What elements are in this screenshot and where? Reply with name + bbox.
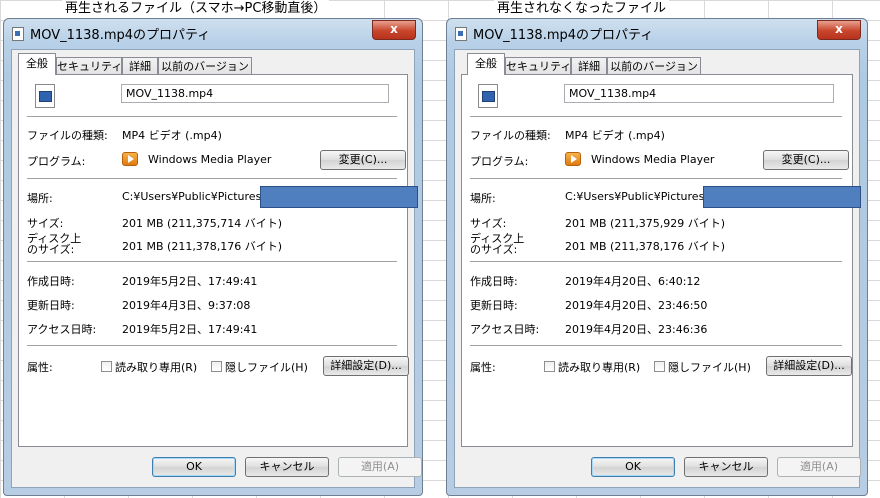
- properties-dialog-right: MOV_1138.mp4のプロパティ x 全般 セキュリティ 詳細 以前のバージ…: [446, 18, 868, 496]
- tab-previous-versions[interactable]: 以前のバージョン: [607, 57, 701, 74]
- location-value: C:¥Users¥Public¥Pictures¥: [122, 190, 269, 203]
- change-program-button[interactable]: 変更(C)...: [763, 150, 849, 170]
- created-label: 作成日時:: [470, 275, 518, 288]
- size-on-disk-value: 201 MB (211,378,176 バイト): [122, 240, 283, 253]
- separator: [27, 116, 397, 117]
- size-on-disk-label: ディスク上 のサイズ:: [470, 233, 524, 255]
- size-value: 201 MB (211,375,714 バイト): [122, 217, 283, 230]
- separator: [470, 261, 842, 262]
- tab-security[interactable]: セキュリティ: [505, 57, 571, 74]
- properties-window-icon: [12, 27, 24, 41]
- accessed-value: 2019年5月2日、17:49:41: [122, 323, 258, 336]
- size-on-disk-value: 201 MB (211,378,176 バイト): [565, 240, 726, 253]
- tab-details[interactable]: 詳細: [571, 57, 607, 74]
- hidden-checkbox[interactable]: [654, 361, 665, 372]
- accessed-label: アクセス日時:: [470, 323, 540, 336]
- modified-label: 更新日時:: [470, 299, 518, 312]
- caption-left: 再生されるファイル（スマホ→PC移動直後）: [62, 0, 330, 18]
- change-program-button[interactable]: 変更(C)...: [320, 150, 406, 170]
- created-value: 2019年5月2日、17:49:41: [122, 275, 258, 288]
- separator: [470, 116, 842, 117]
- general-panel: MOV_1138.mp4 ファイルの種類: MP4 ビデオ (.mp4) プログ…: [461, 74, 861, 447]
- location-label: 場所:: [470, 192, 496, 205]
- created-value: 2019年4月20日、6:40:12: [565, 275, 701, 288]
- separator: [470, 178, 842, 179]
- readonly-checkbox[interactable]: [544, 361, 555, 372]
- redacted-path: [260, 186, 418, 208]
- location-label: 場所:: [27, 192, 53, 205]
- ok-button[interactable]: OK: [591, 457, 675, 477]
- size-on-disk-label-line2: のサイズ:: [470, 243, 518, 256]
- advanced-button[interactable]: 詳細設定(D)...: [323, 356, 409, 376]
- tab-general[interactable]: 全般: [18, 53, 56, 75]
- program-label: プログラム:: [27, 155, 86, 168]
- apply-button[interactable]: 適用(A): [338, 457, 422, 477]
- cancel-button[interactable]: キャンセル: [684, 457, 768, 477]
- properties-window-icon: [455, 27, 467, 41]
- accessed-value: 2019年4月20日、23:46:36: [565, 323, 708, 336]
- advanced-button[interactable]: 詳細設定(D)...: [766, 356, 852, 376]
- close-button[interactable]: x: [372, 20, 416, 40]
- file-name-field[interactable]: MOV_1138.mp4: [121, 84, 389, 103]
- program-value: Windows Media Player: [591, 153, 715, 166]
- tab-general[interactable]: 全般: [467, 53, 505, 75]
- size-on-disk-label-line2: のサイズ:: [27, 243, 75, 256]
- accessed-label: アクセス日時:: [27, 323, 97, 336]
- caption-right: 再生されなくなったファイル: [494, 0, 670, 18]
- modified-value: 2019年4月3日、9:37:08: [122, 299, 251, 312]
- properties-dialog-left: MOV_1138.mp4のプロパティ x 全般 セキュリティ 詳細 以前のバージ…: [3, 18, 423, 496]
- tab-previous-versions[interactable]: 以前のバージョン: [158, 57, 252, 74]
- tab-security[interactable]: セキュリティ: [56, 57, 122, 74]
- dialog-body: 全般 セキュリティ 詳細 以前のバージョン MOV_1138.mp4 ファイルの…: [454, 49, 861, 488]
- attributes-label: 属性:: [470, 361, 496, 374]
- attributes-label: 属性:: [27, 361, 53, 374]
- apply-button[interactable]: 適用(A): [777, 457, 861, 477]
- window-title: MOV_1138.mp4のプロパティ: [30, 28, 211, 43]
- size-on-disk-label: ディスク上 のサイズ:: [27, 233, 81, 255]
- title-bar[interactable]: MOV_1138.mp4のプロパティ x: [447, 19, 867, 47]
- program-label: プログラム:: [470, 155, 529, 168]
- modified-label: 更新日時:: [27, 299, 75, 312]
- redacted-path: [703, 186, 861, 208]
- hidden-checkbox[interactable]: [211, 361, 222, 372]
- video-file-icon: [35, 84, 55, 108]
- separator: [470, 345, 842, 346]
- dialog-body: 全般 セキュリティ 詳細 以前のバージョン MOV_1138.mp4 ファイルの…: [11, 49, 422, 488]
- windows-media-player-icon: [122, 152, 138, 166]
- separator: [27, 345, 397, 346]
- modified-value: 2019年4月20日、23:46:50: [565, 299, 708, 312]
- ok-button[interactable]: OK: [152, 457, 236, 477]
- window-title: MOV_1138.mp4のプロパティ: [473, 28, 654, 43]
- title-bar[interactable]: MOV_1138.mp4のプロパティ x: [4, 19, 422, 47]
- cancel-button[interactable]: キャンセル: [245, 457, 329, 477]
- hidden-label[interactable]: 隠しファイル(H): [668, 359, 751, 375]
- readonly-checkbox[interactable]: [101, 361, 112, 372]
- tab-details[interactable]: 詳細: [122, 57, 158, 74]
- location-value: C:¥Users¥Public¥Pictures¥: [565, 190, 712, 203]
- general-panel: MOV_1138.mp4 ファイルの種類: MP4 ビデオ (.mp4) プログ…: [18, 74, 418, 447]
- created-label: 作成日時:: [27, 275, 75, 288]
- readonly-label[interactable]: 読み取り専用(R): [115, 359, 197, 375]
- windows-media-player-icon: [565, 152, 581, 166]
- size-value: 201 MB (211,375,929 バイト): [565, 217, 726, 230]
- readonly-label[interactable]: 読み取り専用(R): [558, 359, 640, 375]
- size-label: サイズ:: [470, 217, 507, 230]
- close-button[interactable]: x: [817, 20, 861, 40]
- hidden-label[interactable]: 隠しファイル(H): [225, 359, 308, 375]
- separator: [27, 178, 397, 179]
- separator: [27, 261, 397, 262]
- file-type-value: MP4 ビデオ (.mp4): [565, 129, 665, 142]
- file-type-label: ファイルの種類:: [27, 129, 108, 142]
- file-type-value: MP4 ビデオ (.mp4): [122, 129, 222, 142]
- size-label: サイズ:: [27, 217, 64, 230]
- video-file-icon: [478, 84, 498, 108]
- file-name-field[interactable]: MOV_1138.mp4: [564, 84, 834, 103]
- program-value: Windows Media Player: [148, 153, 272, 166]
- file-type-label: ファイルの種類:: [470, 129, 551, 142]
